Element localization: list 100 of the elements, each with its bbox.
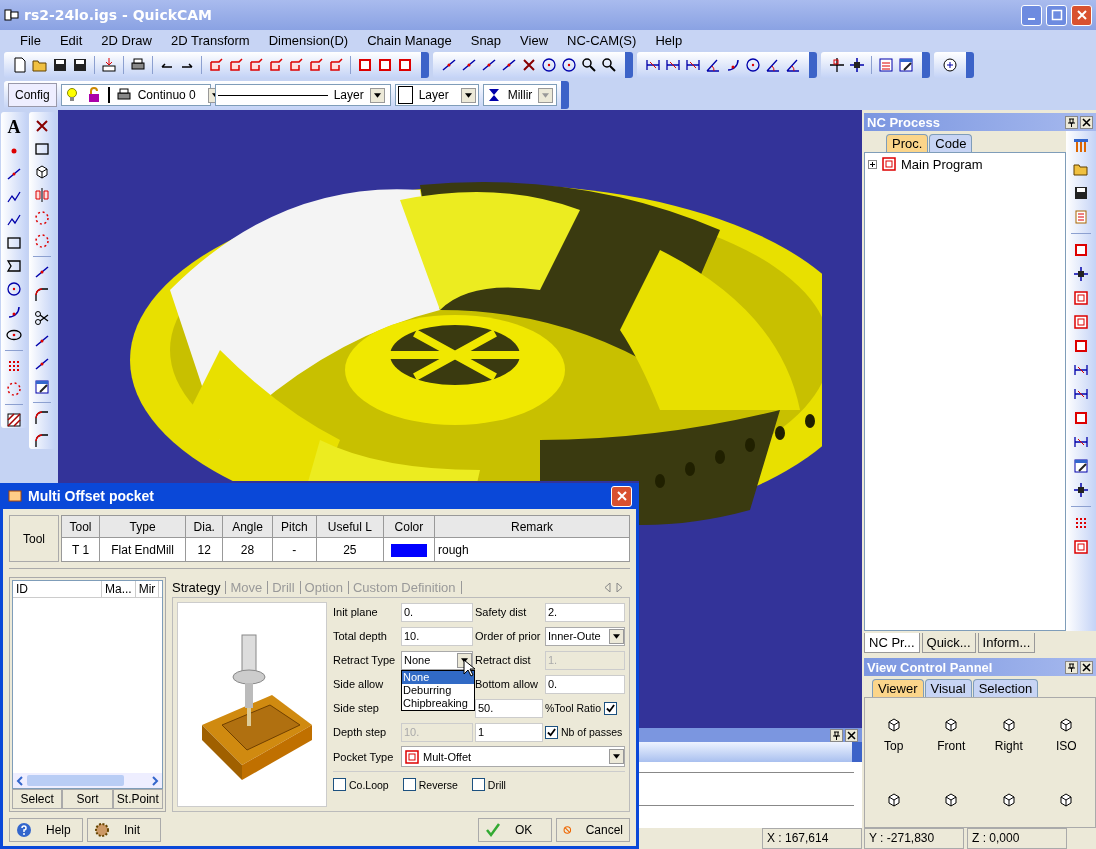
view-button[interactable]: Front [922, 717, 980, 754]
cube-icon[interactable] [885, 791, 902, 808]
dropdown-option[interactable]: None [402, 670, 474, 684]
square-icon[interactable] [1073, 410, 1089, 426]
checkbox-label[interactable]: Drill [487, 778, 506, 791]
pocket-icon[interactable] [1073, 539, 1089, 555]
dot-grid-icon[interactable] [1073, 515, 1089, 531]
dropdown-option[interactable]: Deburring [402, 683, 474, 697]
panel-close-button[interactable] [1080, 115, 1093, 129]
panel-tab[interactable]: Quick... [921, 633, 976, 653]
input-field[interactable]: 1 [475, 722, 543, 742]
view-button[interactable]: Right [980, 717, 1038, 754]
angle-icon[interactable] [785, 57, 801, 73]
menu-item[interactable]: Dimension(D) [268, 32, 349, 48]
menu-item[interactable]: Help [655, 32, 683, 48]
dimension-icon[interactable] [1073, 386, 1089, 402]
dot-circle-icon[interactable] [34, 233, 50, 249]
line-icon[interactable] [461, 57, 477, 73]
close-button[interactable] [611, 485, 632, 507]
line-layer-dropdown[interactable]: Layer [214, 84, 391, 106]
checkbox[interactable] [545, 725, 558, 739]
dimension-icon[interactable] [665, 57, 681, 73]
panel-tab[interactable]: Selection [972, 679, 1039, 697]
circle-icon[interactable] [6, 281, 22, 297]
folder-icon[interactable] [1073, 161, 1089, 177]
toolpath-icon[interactable] [208, 57, 224, 73]
line-icon[interactable] [441, 57, 457, 73]
toolpath-icon[interactable] [328, 57, 344, 73]
scissors-icon[interactable] [34, 310, 50, 326]
input-field[interactable]: 0. [545, 674, 625, 694]
square-icon[interactable] [1073, 338, 1089, 354]
cube-icon[interactable] [1000, 791, 1017, 808]
list-icon[interactable] [878, 57, 894, 73]
cube-icon[interactable] [943, 717, 960, 734]
view-button[interactable]: ISO [1037, 717, 1095, 754]
panel-tab[interactable]: Inform... [977, 633, 1036, 653]
polygon-icon[interactable] [6, 258, 22, 274]
line-icon[interactable] [34, 333, 50, 349]
circle-icon[interactable] [541, 57, 557, 73]
edit-icon[interactable] [1073, 458, 1089, 474]
hatch-icon[interactable] [6, 412, 22, 428]
cube-icon[interactable] [1000, 717, 1017, 734]
toolpath-icon[interactable] [228, 57, 244, 73]
rectangle-icon[interactable] [34, 141, 50, 157]
line-icon[interactable] [34, 356, 50, 372]
folder-icon[interactable] [32, 57, 48, 73]
minimize-button[interactable] [1021, 4, 1042, 26]
ellipse-icon[interactable] [6, 327, 22, 343]
fillet-icon[interactable] [34, 287, 50, 303]
list-button[interactable]: Sort [62, 789, 113, 809]
ok-button[interactable]: OK [478, 818, 552, 842]
help-button[interactable]: Help [9, 818, 83, 842]
checkbox-label[interactable]: %Tool Ratio [545, 702, 602, 714]
import-icon[interactable] [101, 57, 117, 73]
move-arrows-icon[interactable] [1073, 482, 1089, 498]
input-field[interactable]: 2. [545, 602, 625, 622]
magnifier-icon[interactable] [581, 57, 597, 73]
line-icon[interactable] [6, 166, 22, 182]
magnifier-icon[interactable] [601, 57, 617, 73]
square-icon[interactable] [377, 57, 393, 73]
menu-item[interactable]: Chain Manage [367, 32, 452, 48]
new-document-icon[interactable] [12, 57, 28, 73]
dimension-icon[interactable] [1073, 434, 1089, 450]
circle-icon[interactable] [745, 57, 761, 73]
line-icon[interactable] [481, 57, 497, 73]
x-mark-icon[interactable] [521, 57, 537, 73]
pin-button[interactable] [1065, 660, 1078, 674]
checkbox[interactable] [333, 778, 346, 791]
color-layer-dropdown[interactable]: Layer [394, 84, 479, 106]
menu-item[interactable]: File [20, 32, 41, 48]
pocket-icon[interactable] [881, 156, 897, 172]
menu-item[interactable]: View [520, 32, 549, 48]
tools-icon[interactable] [1073, 137, 1089, 153]
zoom-in-icon[interactable] [942, 57, 958, 73]
dot-circle-icon[interactable] [6, 381, 22, 397]
init-button[interactable]: Init [87, 818, 161, 842]
dot-grid-icon[interactable] [6, 358, 22, 374]
menu-item[interactable]: Edit [59, 32, 83, 48]
horizontal-scrollbar[interactable] [13, 773, 162, 788]
square-icon[interactable] [397, 57, 413, 73]
menu-item[interactable]: Snap [470, 32, 502, 48]
close-button[interactable] [1071, 4, 1092, 26]
dimension-icon[interactable] [1073, 362, 1089, 378]
cube-icon[interactable] [1058, 791, 1075, 808]
checkbox-label[interactable]: Reverse [418, 778, 458, 791]
polyline-icon[interactable] [6, 189, 22, 205]
cancel-button[interactable]: Cancel [556, 818, 630, 842]
arc-icon[interactable] [6, 304, 22, 320]
toolpath-icon[interactable] [288, 57, 304, 73]
edit-icon[interactable] [898, 57, 914, 73]
pin-button[interactable] [1065, 115, 1078, 129]
tree-item[interactable]: Main Program [868, 156, 1062, 172]
square-icon[interactable] [357, 57, 373, 73]
pocket-icon[interactable] [1073, 290, 1089, 306]
fillet-icon[interactable] [34, 433, 50, 449]
line-icon[interactable] [34, 264, 50, 280]
maximize-button[interactable] [1046, 4, 1067, 26]
panel-tab[interactable]: Proc. [886, 134, 929, 152]
fillet-icon[interactable] [34, 410, 50, 426]
menu-item[interactable]: 2D Transform [170, 32, 250, 48]
